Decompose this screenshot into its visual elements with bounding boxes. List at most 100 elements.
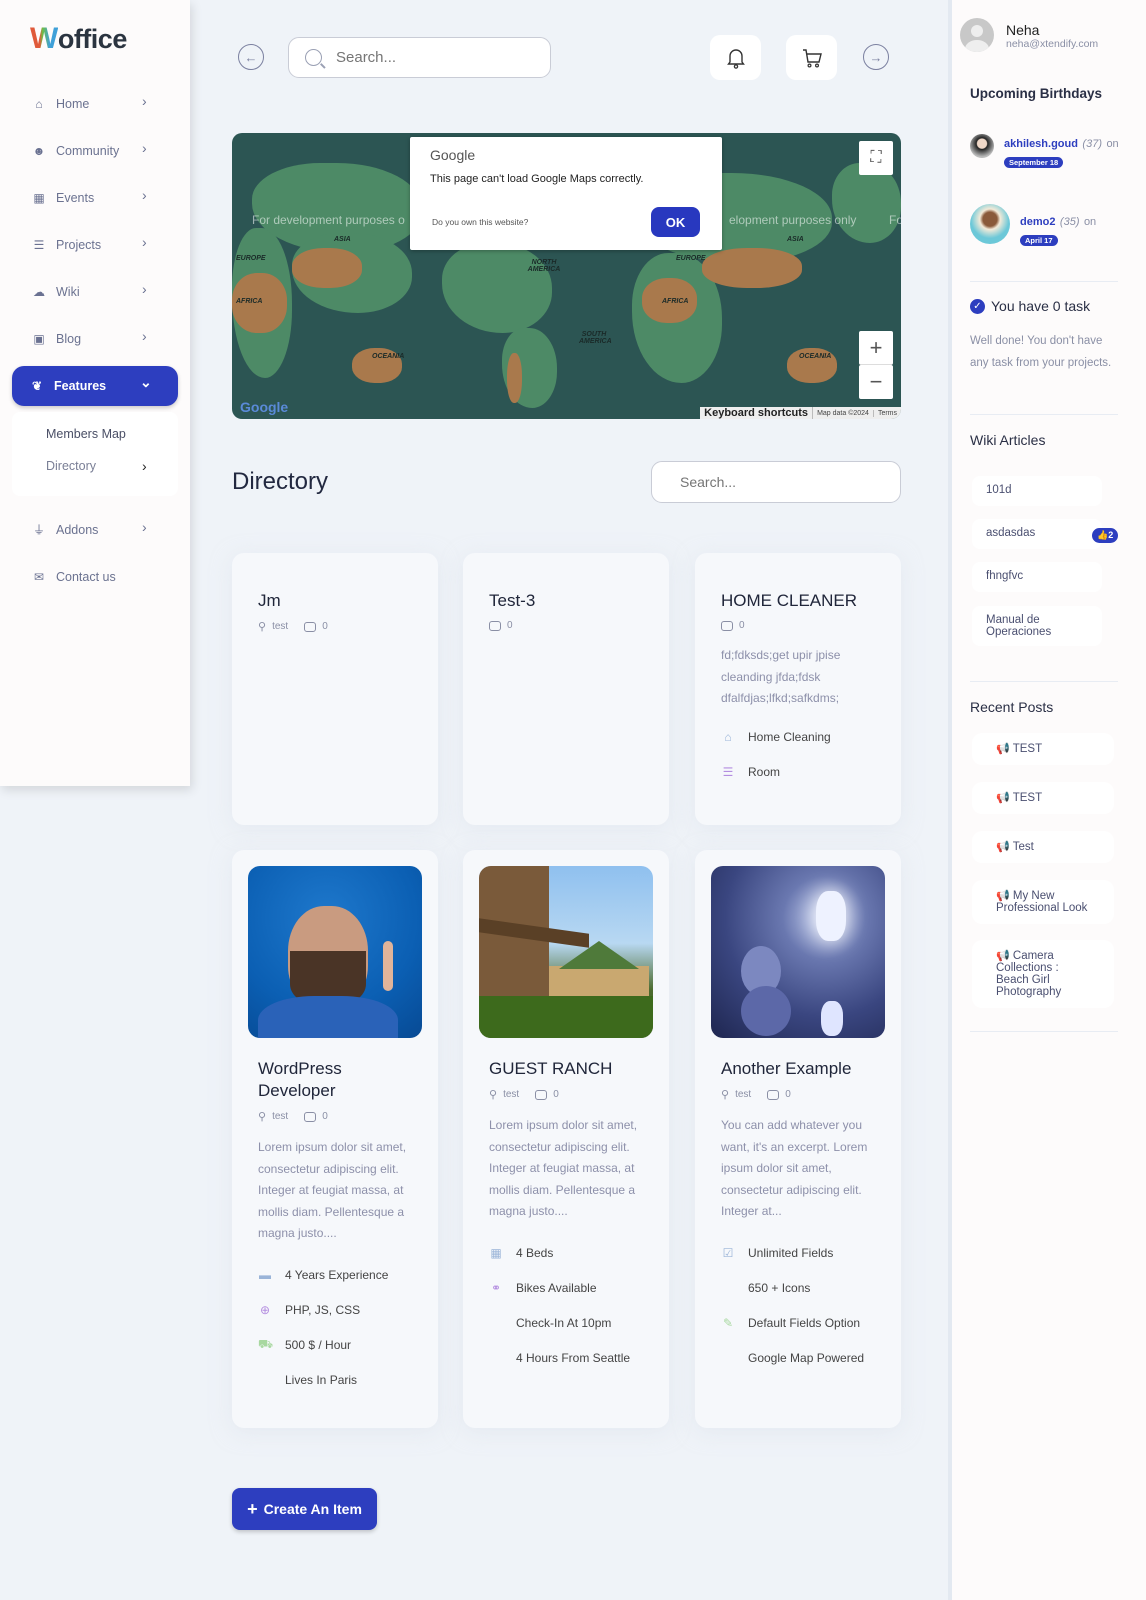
recent-post-item[interactable]: 📢 Test [972, 831, 1114, 863]
collapse-left-button[interactable]: ← [238, 44, 264, 70]
plus-icon: + [869, 334, 883, 360]
card-meta: ⚲ test 0 [258, 620, 412, 633]
recent-post-item[interactable]: 📢 TEST [972, 782, 1114, 814]
card-image-developer[interactable] [248, 866, 422, 1038]
submenu-item-directory[interactable]: Directory › [46, 450, 178, 482]
directory-card[interactable]: GUEST RANCH ⚲ test 0 Lorem ipsum dolor sit… [463, 850, 669, 1428]
recent-post-item[interactable]: 📢 TEST [972, 733, 1114, 765]
wiki-item[interactable]: 101d [972, 476, 1102, 506]
directory-card[interactable]: WordPress Developer ⚲ test 0 Lorem ipsum d… [232, 850, 438, 1428]
directory-search-box[interactable] [651, 461, 901, 503]
card-image-ranch[interactable] [479, 866, 653, 1038]
google-logo[interactable]: Google [240, 399, 288, 415]
pin-icon: ⚲ [721, 1089, 730, 1101]
sidebar-item-contact[interactable]: ✉ Contact us [0, 553, 190, 600]
directory-search-input[interactable] [680, 474, 880, 490]
notifications-button[interactable] [710, 35, 761, 80]
sidebar-item-community[interactable]: ☻ Community › [0, 127, 190, 174]
feature-label: Lives In Paris [285, 1373, 358, 1388]
user-name[interactable]: Neha [1006, 22, 1039, 38]
feature-label: Unlimited Fields [748, 1246, 834, 1261]
recent-post-item[interactable]: 📢 Camera Collections : Beach Girl Photog… [972, 940, 1114, 1008]
feature-label: 4 Beds [516, 1246, 554, 1261]
check-circle-icon: ✓ [970, 298, 985, 314]
tasks-heading: ✓ You have 0 task [970, 298, 1090, 314]
wiki-item[interactable]: Manual de Operaciones [972, 606, 1102, 646]
fullscreen-button[interactable]: ⛶ [859, 141, 893, 175]
create-item-button[interactable]: + Create An Item [232, 1488, 377, 1530]
create-item-label: Create An Item [263, 1501, 362, 1517]
dev-watermark: Fo [889, 213, 901, 227]
directory-card[interactable]: Another Example ⚲ test 0 You can add whate… [695, 850, 901, 1428]
sidebar-item-projects[interactable]: ☰ Projects › [0, 221, 190, 268]
submenu-label: Directory [46, 459, 97, 473]
birthday-age: (35) [1059, 216, 1080, 228]
logo-w: W [30, 22, 58, 55]
chevron-right-icon: › [142, 328, 147, 344]
post-label: My New Professional Look [996, 890, 1088, 914]
dialog-ok-button[interactable]: OK [651, 207, 700, 237]
submenu-item-members-map[interactable]: Members Map [46, 418, 178, 450]
birthday-name[interactable]: akhilesh.goud [1004, 138, 1078, 150]
zoom-out-button[interactable]: − [859, 365, 893, 399]
card-image-bulbs[interactable] [711, 866, 885, 1038]
wiki-label: 101d [986, 484, 1012, 496]
pin-icon: ⚲ [258, 621, 267, 633]
card-title[interactable]: GUEST RANCH [489, 1058, 643, 1080]
card-meta: 0 [721, 620, 875, 631]
card-title[interactable]: Jm [258, 590, 412, 612]
card-title[interactable]: Another Example [721, 1058, 875, 1080]
card-feature: ☑ Unlimited Fields [721, 1236, 875, 1271]
card-category[interactable]: test [272, 621, 288, 632]
sidebar-item-features[interactable]: ❦ Features ⌄ [12, 366, 178, 406]
card-feature: 4 Hours From Seattle [489, 1341, 643, 1376]
top-search-box[interactable] [288, 37, 551, 78]
users-icon: ☻ [32, 143, 46, 158]
card-excerpt: fd;fdksds;get upir jpise cleanding jfda;… [721, 648, 841, 706]
directory-card[interactable]: HOME CLEANER 0 fd;fdksds;get upir jpise … [695, 553, 901, 825]
zoom-in-button[interactable]: + [859, 331, 893, 365]
card-title[interactable]: Test-3 [489, 590, 643, 612]
user-avatar[interactable] [960, 18, 994, 52]
card-title[interactable]: HOME CLEANER [721, 590, 875, 612]
sidebar-item-label: Addons [56, 522, 99, 537]
terms-link[interactable]: Terms [874, 410, 901, 417]
card-title[interactable]: WordPress Developer [258, 1058, 412, 1102]
directory-card[interactable]: Jm ⚲ test 0 [232, 553, 438, 825]
sidebar-item-blog[interactable]: ▣ Blog › [0, 315, 190, 362]
keyboard-shortcuts-link[interactable]: Keyboard shortcuts [700, 407, 814, 419]
collapse-right-button[interactable]: → [863, 44, 889, 70]
birthday-name[interactable]: demo2 [1020, 216, 1055, 228]
birthday-avatar[interactable] [970, 134, 994, 158]
card-feature: ✎ Default Fields Option [721, 1306, 875, 1341]
megaphone-icon: 📢 [996, 743, 1010, 755]
sidebar-item-events[interactable]: ▦ Events › [0, 174, 190, 221]
feature-label: 500 $ / Hour [285, 1338, 352, 1353]
woffice-logo[interactable]: Woffice [30, 22, 127, 56]
megaphone-icon: 📢 [996, 890, 1010, 902]
map-label: ASIA [787, 236, 804, 243]
sidebar-item-wiki[interactable]: ☁ Wiki › [0, 268, 190, 315]
wiki-label: asdasdas [986, 527, 1036, 539]
plus-icon: + [247, 1498, 258, 1519]
cart-button[interactable] [786, 35, 837, 80]
wiki-item[interactable]: fhngfvc [972, 562, 1102, 592]
members-map[interactable]: ASIA EUROPE AFRICA NORTH AMERICA SOUTH A… [232, 133, 901, 419]
sidebar-item-home[interactable]: ⌂ Home › [0, 80, 190, 127]
sidebar-item-addons[interactable]: ⏚ Addons › [0, 506, 190, 553]
card-category[interactable]: test [503, 1089, 519, 1100]
card-meta: ⚲ test 0 [258, 1110, 412, 1123]
card-category[interactable]: test [735, 1089, 751, 1100]
card-category[interactable]: test [272, 1111, 288, 1122]
recent-post-item[interactable]: 📢 My New Professional Look [972, 880, 1114, 924]
tasks-description: Well done! You don't have any task from … [970, 335, 1112, 369]
megaphone-icon: 📢 [996, 841, 1010, 853]
directory-card[interactable]: Test-3 0 [463, 553, 669, 825]
wiki-item[interactable]: asdasdas [972, 519, 1102, 549]
map-footer: Keyboard shortcuts Map data ©2024 Terms [700, 407, 901, 419]
dialog-question-link[interactable]: Do you own this website? [432, 217, 528, 227]
card-comment-count: 0 [739, 620, 745, 631]
sidebar-item-label: Blog [56, 331, 82, 346]
birthday-avatar[interactable] [970, 204, 1010, 244]
top-search-input[interactable] [336, 49, 526, 66]
